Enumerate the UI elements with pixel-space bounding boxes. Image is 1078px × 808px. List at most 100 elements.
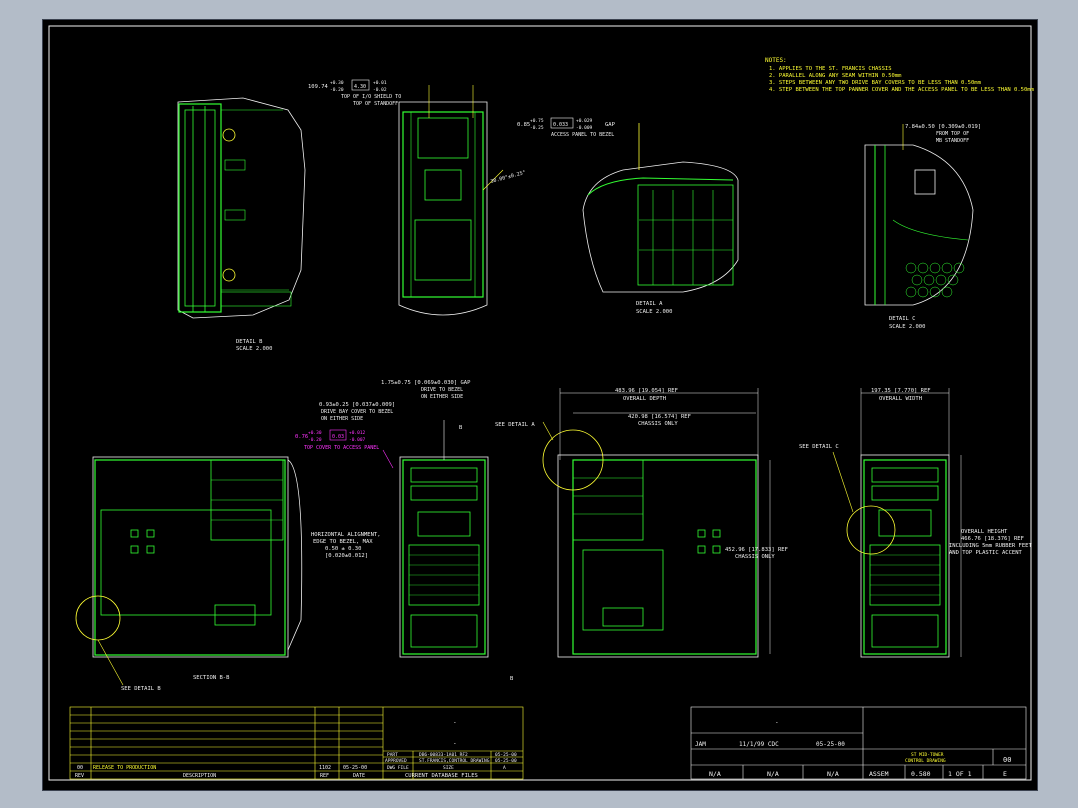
drive-bay-dim: 0.93±0.25 [0.037±0.009] bbox=[319, 402, 395, 408]
tb-drawn-date: 11/1/99 CDC bbox=[739, 741, 779, 748]
rev-row-rev: 00 bbox=[77, 765, 83, 771]
top-cover-tol-minus: -0.20 bbox=[308, 437, 322, 443]
rev-row-date: 05-25-00 bbox=[343, 765, 367, 771]
notes-title: NOTES: bbox=[765, 57, 787, 64]
section-marker-top: B bbox=[459, 425, 463, 431]
detail-b-scale: SCALE 2.000 bbox=[236, 346, 272, 352]
overall-height-desc-2: 466.76 [18.376] REF bbox=[961, 536, 1024, 542]
note-1: 1. APPLIES TO THE ST. FRANCIS CHASSIS bbox=[769, 66, 892, 72]
detail-c-dim: 7.84±0.50 [0.309±0.019] bbox=[905, 124, 981, 130]
overall-width-label: OVERALL WIDTH bbox=[879, 396, 922, 402]
io-box-tol-minus: -0.02 bbox=[373, 87, 387, 93]
top-cover-desc: TOP COVER TO ACCESS PANEL bbox=[304, 445, 379, 451]
io-box: 4.30 bbox=[354, 84, 366, 90]
drawing-canvas: NOTES: 1. APPLIES TO THE ST. FRANCIS CHA… bbox=[48, 25, 1035, 781]
gap-a-tol-plus: +0.75 bbox=[530, 118, 544, 124]
header-rev: REV bbox=[75, 773, 84, 779]
detail-a-scale: SCALE 2.000 bbox=[636, 309, 672, 315]
cad-drawing-sheet: NOTES: 1. APPLIES TO THE ST. FRANCIS CHA… bbox=[42, 19, 1038, 791]
tb-cell-7: E bbox=[1003, 770, 1007, 778]
see-detail-b: SEE DETAIL B bbox=[121, 686, 161, 692]
io-dim: 109.74 bbox=[308, 84, 329, 90]
tb-cell-1: N/A bbox=[709, 770, 721, 778]
detail-c-view: 7.84±0.50 [0.309±0.019] FROM TOP OF MB S… bbox=[864, 124, 981, 330]
drive-gap-dim: 1.75±0.75 [0.069±0.030] GAP bbox=[381, 380, 471, 386]
tb-file-label: DWG FILE bbox=[387, 765, 409, 771]
tb-approved-label: APPROVED bbox=[385, 758, 407, 764]
io-desc-1: TOP OF I/O SHIELD TO bbox=[341, 94, 401, 100]
top-cover-box: 0.03 bbox=[332, 434, 344, 440]
tb-cell-4: ASSEM bbox=[869, 770, 889, 778]
io-box-tol-plus: +0.01 bbox=[373, 80, 387, 86]
gap-a-box-tol-minus: -0.009 bbox=[576, 125, 593, 131]
tb-part-date: 05-25-00 bbox=[495, 752, 517, 758]
io-dim-tol-plus: +0.30 bbox=[330, 80, 344, 86]
detail-io-view: 109.74 +0.30 -0.20 4.30 +0.01 -0.02 TOP … bbox=[308, 79, 526, 316]
front-view: B B 1.75±0.75 [0.069±0.030] GAP DRIVE TO… bbox=[295, 380, 514, 682]
gap-a-box: 0.033 bbox=[553, 122, 568, 128]
tb-size-value: A bbox=[503, 765, 506, 771]
gap-a-box-tol-plus: +0.029 bbox=[576, 118, 593, 124]
drive-bay-desc-1: DRIVE BAY COVER TO BEZEL bbox=[321, 409, 393, 415]
horiz-desc-4: [0.020±0.012] bbox=[325, 553, 368, 559]
gap-a-word: GAP bbox=[605, 122, 616, 128]
note-4: 4. STEP BETWEEN THE TOP PANNER COVER AND… bbox=[769, 87, 1035, 93]
overall-depth-label: OVERALL DEPTH bbox=[623, 396, 666, 402]
section-label: SECTION B-B bbox=[193, 675, 230, 681]
tb-checked-date: 05-25-00 bbox=[816, 741, 845, 748]
overall-width-dim: 197.35 [7.770] REF bbox=[871, 388, 931, 394]
note-3: 3. STEPS BETWEEN ANY TWO DRIVE BAY COVER… bbox=[769, 80, 982, 86]
chassis-depth-label: CHASSIS ONLY bbox=[638, 421, 678, 427]
top-cover-box-tol-plus: +0.012 bbox=[349, 430, 366, 436]
tb-approved-date: 05-25-00 bbox=[495, 758, 517, 764]
detail-c-title: DETAIL C bbox=[889, 316, 916, 322]
tb-title-2: CONTROL DRAWING bbox=[905, 758, 946, 764]
front-view-right: SEE DETAIL C 197.35 [7.770] REF OVERALL … bbox=[799, 388, 1032, 658]
drive-bay-desc-2: ON EITHER SIDE bbox=[321, 416, 363, 422]
detail-a-title: DETAIL A bbox=[636, 301, 663, 307]
tb-cell-3: N/A bbox=[827, 770, 839, 778]
horiz-desc-1: HORIZONTAL ALIGNMENT, bbox=[311, 532, 381, 538]
chassis-height-dim: 452.96 [17.833] REF bbox=[725, 547, 788, 553]
tb-rev-code: 00 bbox=[1003, 756, 1011, 764]
horiz-desc-2: EDGE TO BEZEL, MAX bbox=[313, 539, 373, 545]
tb-dash-2: - bbox=[453, 740, 457, 747]
tb-part-label: PART bbox=[387, 752, 398, 758]
notes-block: NOTES: 1. APPLIES TO THE ST. FRANCIS CHA… bbox=[765, 57, 1035, 93]
top-cover-tol-plus: +0.30 bbox=[308, 430, 322, 436]
section-marker-bottom: B bbox=[510, 676, 514, 682]
detail-b-view: DETAIL B SCALE 2.000 bbox=[177, 97, 306, 352]
tb-part-value: DB6-00833-1A01 RF2 bbox=[419, 752, 468, 758]
io-desc-2: TOP OF STANDOFF bbox=[353, 101, 398, 107]
overall-depth-dim: 483.96 [19.054] REF bbox=[615, 388, 678, 394]
tb-cell-2: N/A bbox=[767, 770, 779, 778]
tb-author: JAM bbox=[695, 741, 706, 748]
sheet-border bbox=[48, 25, 1032, 781]
see-detail-a: SEE DETAIL A bbox=[495, 422, 535, 428]
detail-c-desc-2: MB STANDOFF bbox=[936, 138, 969, 144]
drive-gap-desc-1: DRIVE TO BEZEL bbox=[421, 387, 463, 393]
section-b-view: SEE DETAIL B SECTION B-B bbox=[75, 456, 303, 692]
angle-label: 30.00°±0.25° bbox=[490, 170, 526, 185]
drive-gap-desc-2: ON EITHER SIDE bbox=[421, 394, 463, 400]
tb-cell-5: 0.580 bbox=[911, 770, 931, 778]
detail-a-view: 0.85 +0.75 -0.25 0.033 +0.029 -0.009 GAP… bbox=[517, 117, 739, 315]
overall-height-desc-1: OVERALL HEIGHT bbox=[961, 529, 1008, 535]
tb-title-1: ST MID-TOWER bbox=[911, 752, 944, 758]
tb-database: CURRENT DATABASE FILES bbox=[405, 773, 478, 779]
tb-cell-6: 1 OF 1 bbox=[948, 770, 972, 778]
gap-a-desc: ACCESS PANEL TO BEZEL bbox=[551, 132, 614, 138]
tb-dash-1: - bbox=[453, 719, 457, 726]
horiz-desc-3: 0.50 ± 0.30 bbox=[325, 546, 361, 552]
rev-row-description: RELEASE TO PRODUCTION bbox=[93, 765, 156, 771]
top-cover-dim: 0.76 bbox=[295, 434, 308, 440]
see-detail-c: SEE DETAIL C bbox=[799, 444, 839, 450]
overall-height-desc-4: AND TOP PLASTIC ACCENT bbox=[949, 550, 1023, 556]
tb-size-label: SIZE bbox=[443, 765, 454, 771]
note-2: 2. PARALLEL ALONG ANY SEAM WITHIN 0.50mm bbox=[769, 73, 902, 79]
header-description: DESCRIPTION bbox=[183, 773, 216, 779]
detail-c-desc-1: FROM TOP OF bbox=[936, 131, 969, 137]
chassis-depth-dim: 420.98 [16.574] REF bbox=[628, 414, 691, 420]
gap-a-dim: 0.85 bbox=[517, 122, 530, 128]
tb-dash-3: - bbox=[775, 719, 779, 726]
